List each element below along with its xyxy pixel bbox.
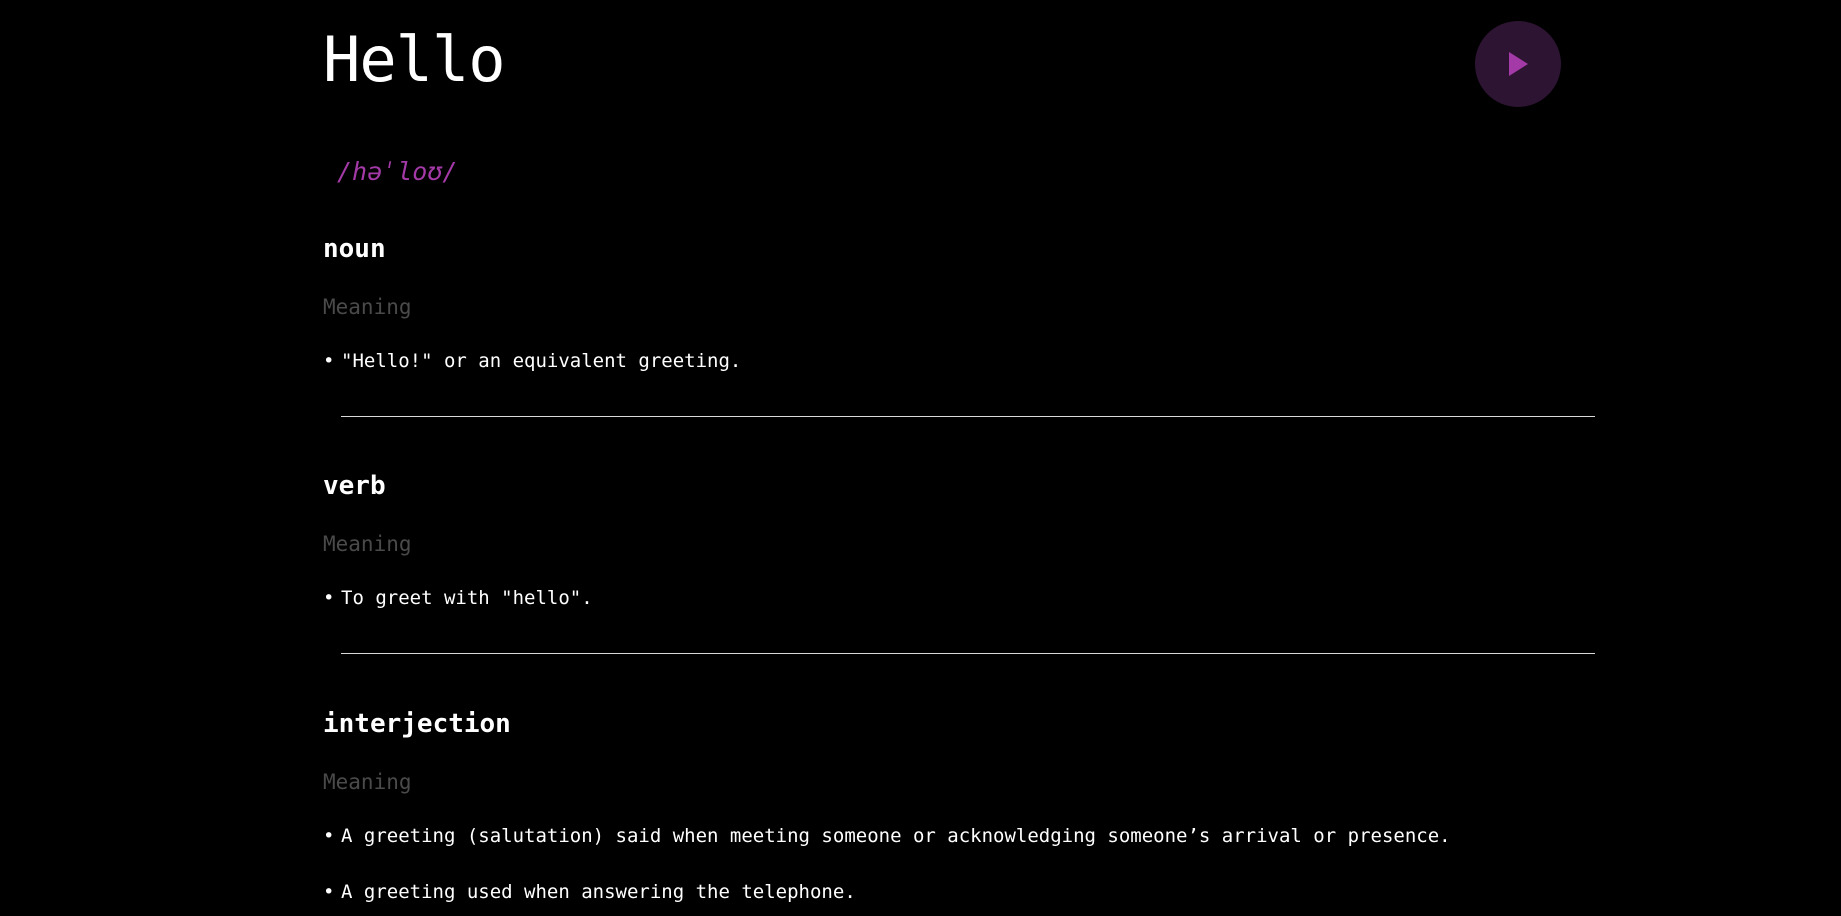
part-of-speech-heading: noun [323, 234, 386, 264]
definition-list: • To greet with "hello". [323, 584, 1595, 640]
play-pronunciation-button[interactable] [1475, 21, 1561, 107]
part-of-speech-heading: verb [323, 471, 386, 501]
meaning-label: Meaning [323, 295, 412, 319]
definition-item: • To greet with "hello". [323, 584, 1595, 612]
definition-list: • "Hello!" or an equivalent greeting. [323, 347, 1595, 403]
definition-text: A greeting (salutation) said when meetin… [341, 825, 1451, 847]
play-icon [1509, 52, 1528, 76]
definition-text: A greeting used when answering the telep… [341, 881, 856, 903]
definition-item: • "Hello!" or an equivalent greeting. [323, 347, 1595, 375]
phonetic-text: /həˈloʊ/ [337, 157, 458, 186]
word-title: Hello [323, 23, 506, 96]
bullet-icon: • [323, 881, 335, 903]
dictionary-entry: Hello /həˈloʊ/ noun Meaning • "Hello!" o… [323, 0, 1595, 916]
section-divider [341, 416, 1595, 417]
definition-item: • A greeting (salutation) said when meet… [323, 822, 1595, 850]
bullet-icon: • [323, 825, 335, 847]
meaning-label: Meaning [323, 770, 412, 794]
definition-text: "Hello!" or an equivalent greeting. [341, 350, 742, 372]
definition-item: • A greeting used when answering the tel… [323, 878, 1595, 906]
bullet-icon: • [323, 350, 335, 372]
definition-text: To greet with "hello". [341, 587, 593, 609]
bullet-icon: • [323, 587, 335, 609]
part-of-speech-heading: interjection [323, 709, 511, 739]
section-divider [341, 653, 1595, 654]
meaning-label: Meaning [323, 532, 412, 556]
definition-list: • A greeting (salutation) said when meet… [323, 822, 1595, 916]
